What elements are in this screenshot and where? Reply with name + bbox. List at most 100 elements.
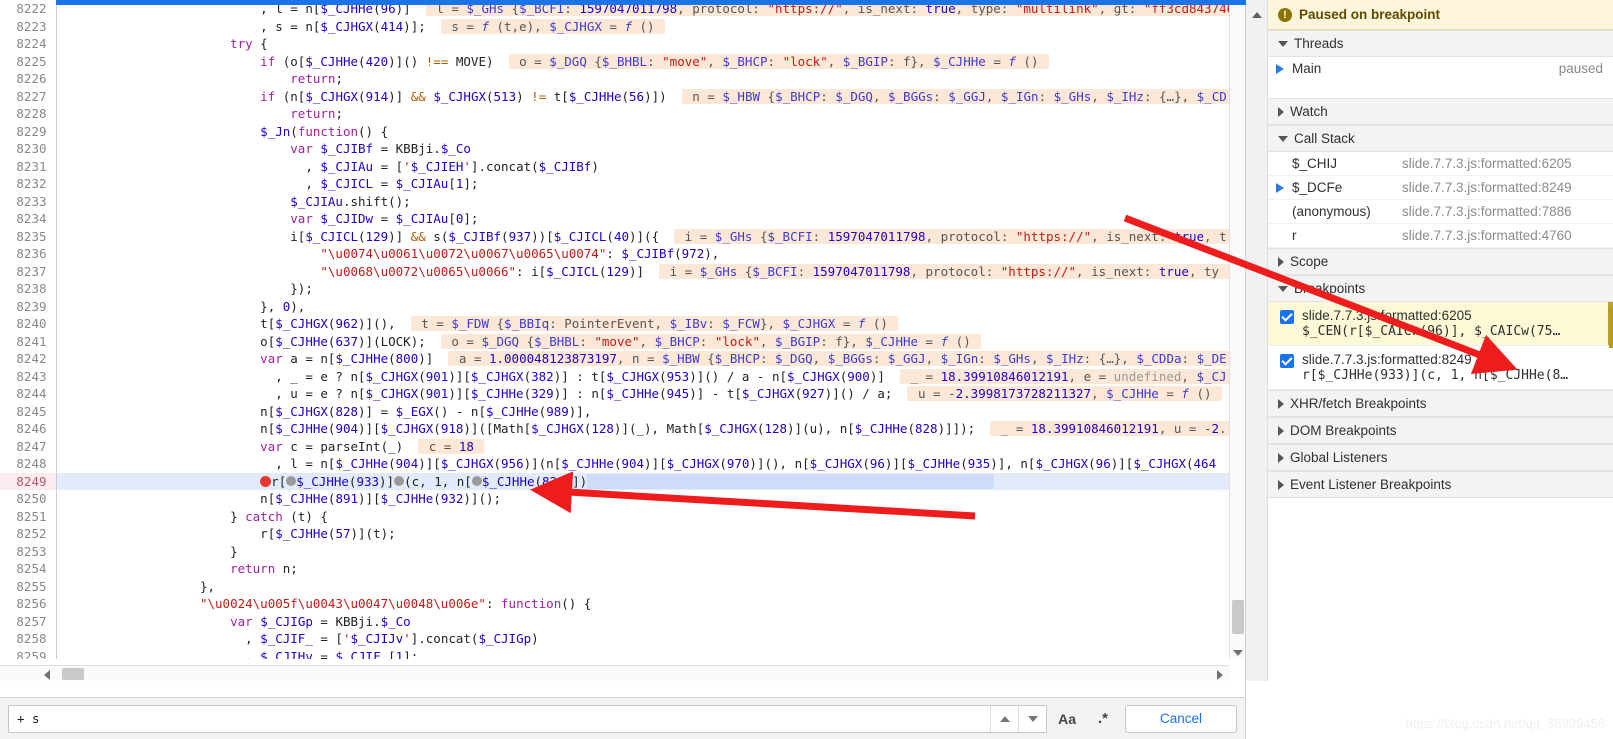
code-line-content[interactable]: if (o[$_CJHHe(420)]() !== MOVE) o = $_DG… <box>56 53 1229 71</box>
call-stack-row[interactable]: $_DCFe slide.7.7.3.js:formatted:8249 <box>1268 176 1613 200</box>
line-number[interactable]: 8258 <box>0 630 57 648</box>
code-line-content[interactable]: if (n[$_CJHGX(914)] && $_CJHGX(513) != t… <box>56 88 1229 106</box>
code-line[interactable]: 8257 var $_CJIGp = KBBji.$_Co <box>0 612 1229 630</box>
line-number[interactable]: 8225 <box>0 52 57 70</box>
find-toolbar[interactable]: Aa .* Cancel <box>0 697 1245 739</box>
code-line[interactable]: 8224 try { <box>0 35 1229 53</box>
line-number[interactable]: 8257 <box>0 612 57 630</box>
line-number[interactable]: 8259 <box>0 647 57 659</box>
code-line-content[interactable]: n[$_CJHHe(891)][$_CJHHe(932)](); <box>56 490 1229 508</box>
scroll-left-arrow-icon[interactable] <box>44 670 50 680</box>
line-number[interactable]: 8229 <box>0 122 57 140</box>
previous-match-button[interactable] <box>990 705 1018 732</box>
editor-vertical-scrollbar[interactable] <box>1229 0 1245 659</box>
search-input[interactable] <box>9 705 991 732</box>
code-line-content[interactable]: i[$_CJICL(129)] && s($_CJIBf(937))[$_CJI… <box>56 228 1229 246</box>
thread-row[interactable]: Main paused <box>1268 57 1613 80</box>
code-line[interactable]: 8231 , $_CJIAu = ['$_CJIEH'].concat($_CJ… <box>0 157 1229 176</box>
code-line[interactable]: 8228 return; <box>0 105 1229 123</box>
code-line-content[interactable]: , $_CJICL = $_CJIAu[1]; <box>56 175 1229 193</box>
code-line[interactable]: 8255 }, <box>0 577 1229 596</box>
code-line[interactable]: 8234 var $_CJIDw = $_CJIAu[0]; <box>0 210 1229 228</box>
code-line[interactable]: 8223 , s = n[$_CJHGX(414)]; s = f (t,e),… <box>0 17 1229 36</box>
code-line-content[interactable]: o[$_CJHHe(637)](LOCK); o = $_DGQ {$_BHBL… <box>56 333 1229 351</box>
line-number[interactable]: 8239 <box>0 297 57 315</box>
breakpoint-item[interactable]: slide.7.7.3.js:formatted:6205 $_CEN(r[$_C… <box>1268 302 1613 348</box>
code-line-content[interactable]: "\u0068\u0072\u0065\u0066": i[$_CJICL(12… <box>56 263 1229 281</box>
section-header-xhr-breakpoints[interactable]: XHR/fetch Breakpoints <box>1268 390 1613 417</box>
vertical-scrollbar-thumb[interactable] <box>1232 600 1244 634</box>
code-line[interactable]: 8254 return n; <box>0 560 1229 578</box>
call-stack-row[interactable]: r slide.7.7.3.js:formatted:4760 <box>1268 224 1613 248</box>
line-number[interactable]: 8243 <box>0 367 57 385</box>
code-line[interactable]: 8238 }); <box>0 280 1229 298</box>
line-number[interactable]: 8242 <box>0 350 57 368</box>
code-line-content[interactable]: r[$_CJHHe(57)](t); <box>56 525 1229 543</box>
code-line-content[interactable]: }, <box>56 578 1229 596</box>
code-line[interactable]: 8258 , $_CJIF_ = ['$_CJIJv'].concat($_CJ… <box>0 630 1229 648</box>
code-line[interactable]: 8250 n[$_CJHHe(891)][$_CJHHe(932)](); <box>0 490 1229 508</box>
cancel-button[interactable]: Cancel <box>1125 704 1237 733</box>
code-line[interactable]: 8229 $_Jn(function() { <box>0 122 1229 141</box>
line-number[interactable]: 8245 <box>0 402 57 420</box>
code-line[interactable]: 8244 , u = e ? n[$_CJHGX(901)][$_CJHHe(3… <box>0 385 1229 403</box>
line-number[interactable]: 8244 <box>0 385 57 403</box>
inline-value-dot-icon[interactable] <box>394 476 405 486</box>
code-line[interactable]: 8248 , l = n[$_CJHHe(904)][$_CJHGX(956)]… <box>0 455 1229 473</box>
code-line-content[interactable]: }); <box>56 280 1229 298</box>
match-case-button[interactable]: Aa <box>1047 705 1087 733</box>
scroll-up-arrow-icon[interactable] <box>1252 12 1262 18</box>
code-line[interactable]: 8259 , $_CJIHv = $_CJIF_[1]; <box>0 647 1229 659</box>
code-line-content[interactable]: } <box>56 543 1229 561</box>
line-number[interactable]: 8254 <box>0 560 57 578</box>
line-number[interactable]: 8250 <box>0 490 57 508</box>
section-header-dom-breakpoints[interactable]: DOM Breakpoints <box>1268 417 1613 444</box>
code-line-content[interactable]: $_Jn(function() { <box>56 123 1229 141</box>
next-match-button[interactable] <box>1018 705 1046 732</box>
breakpoint-dot-icon[interactable] <box>260 475 272 487</box>
code-line-content[interactable]: var a = n[$_CJHHe(800)] a = 1.0000481238… <box>56 350 1229 368</box>
source-code-editor[interactable]: 8222 , l = n[$_CJHHe(96)] l = $_GHs {$_B… <box>0 0 1245 681</box>
code-line-content[interactable]: , _ = e ? n[$_CJHGX(901)][$_CJHGX(382)] … <box>56 368 1229 386</box>
line-number[interactable]: 8223 <box>0 17 57 35</box>
code-line[interactable]: 8256 "\u0024\u005f\u0043\u0047\u0048\u00… <box>0 595 1229 613</box>
code-line[interactable]: 8252 r[$_CJHHe(57)](t); <box>0 525 1229 543</box>
code-line[interactable]: 8240 t[$_CJHGX(962)](), t = $_FDW {$_BBI… <box>0 315 1229 333</box>
code-line[interactable]: 8247 var c = parseInt(_) c = 18 <box>0 437 1229 456</box>
line-number[interactable]: 8256 <box>0 595 57 613</box>
line-number[interactable]: 8249 <box>0 472 57 490</box>
inline-value-dot-icon[interactable] <box>286 476 297 486</box>
code-line-content[interactable]: try { <box>56 35 1229 53</box>
code-line-content[interactable]: , l = n[$_CJHHe(904)][$_CJHGX(956)](n[$_… <box>56 455 1229 473</box>
horizontal-scrollbar-thumb[interactable] <box>62 668 84 680</box>
code-line[interactable]: 8239 }, 0), <box>0 297 1229 315</box>
code-line-active[interactable]: 8249 r[$_CJHHe(933)] (c, 1, n[$_CJHHe(828… <box>0 472 1229 490</box>
code-line-content[interactable]: , $_CJIAu = ['$_CJIEH'].concat($_CJIBf) <box>56 158 1229 176</box>
breakpoint-checkbox[interactable] <box>1280 310 1294 324</box>
regex-button[interactable]: .* <box>1087 705 1119 733</box>
scroll-right-arrow-icon[interactable] <box>1217 670 1223 680</box>
code-line[interactable]: 8253 } <box>0 542 1229 561</box>
section-header-event-listener-breakpoints[interactable]: Event Listener Breakpoints <box>1268 471 1613 498</box>
code-line-content[interactable]: return; <box>56 70 1229 88</box>
code-line-content[interactable]: var c = parseInt(_) c = 18 <box>56 438 1229 456</box>
code-line[interactable]: 8251 } catch (t) { <box>0 507 1229 525</box>
code-line-content[interactable]: , s = n[$_CJHGX(414)]; s = f (t,e), $_CJ… <box>56 18 1229 36</box>
line-number[interactable]: 8234 <box>0 210 57 228</box>
section-header-call-stack[interactable]: Call Stack <box>1268 125 1613 152</box>
code-line[interactable]: 8232 , $_CJICL = $_CJIAu[1]; <box>0 175 1229 193</box>
code-line-content[interactable]: , $_CJIF_ = ['$_CJIJv'].concat($_CJIGp) <box>56 630 1229 648</box>
editor-horizontal-scrollbar[interactable] <box>0 665 1229 681</box>
line-number[interactable]: 8230 <box>0 140 57 158</box>
code-line-content[interactable]: n[$_CJHHe(904)][$_CJHGX(918)]([Math[$_CJ… <box>56 420 1229 438</box>
code-line[interactable]: 8233 $_CJIAu.shift(); <box>0 192 1229 210</box>
line-number[interactable]: 8240 <box>0 315 57 333</box>
line-number[interactable]: 8232 <box>0 175 57 193</box>
code-line[interactable]: 8237 "\u0068\u0072\u0065\u0066": i[$_CJI… <box>0 262 1229 281</box>
line-number[interactable]: 8224 <box>0 35 57 53</box>
code-line[interactable]: 8230 var $_CJIBf = KBBji.$_Co <box>0 140 1229 158</box>
code-line-content[interactable]: "\u0074\u0061\u0072\u0067\u0065\u0074": … <box>56 245 1229 263</box>
line-number[interactable]: 8228 <box>0 105 57 123</box>
section-header-breakpoints[interactable]: Breakpoints <box>1268 275 1613 302</box>
line-number[interactable]: 8253 <box>0 542 57 560</box>
